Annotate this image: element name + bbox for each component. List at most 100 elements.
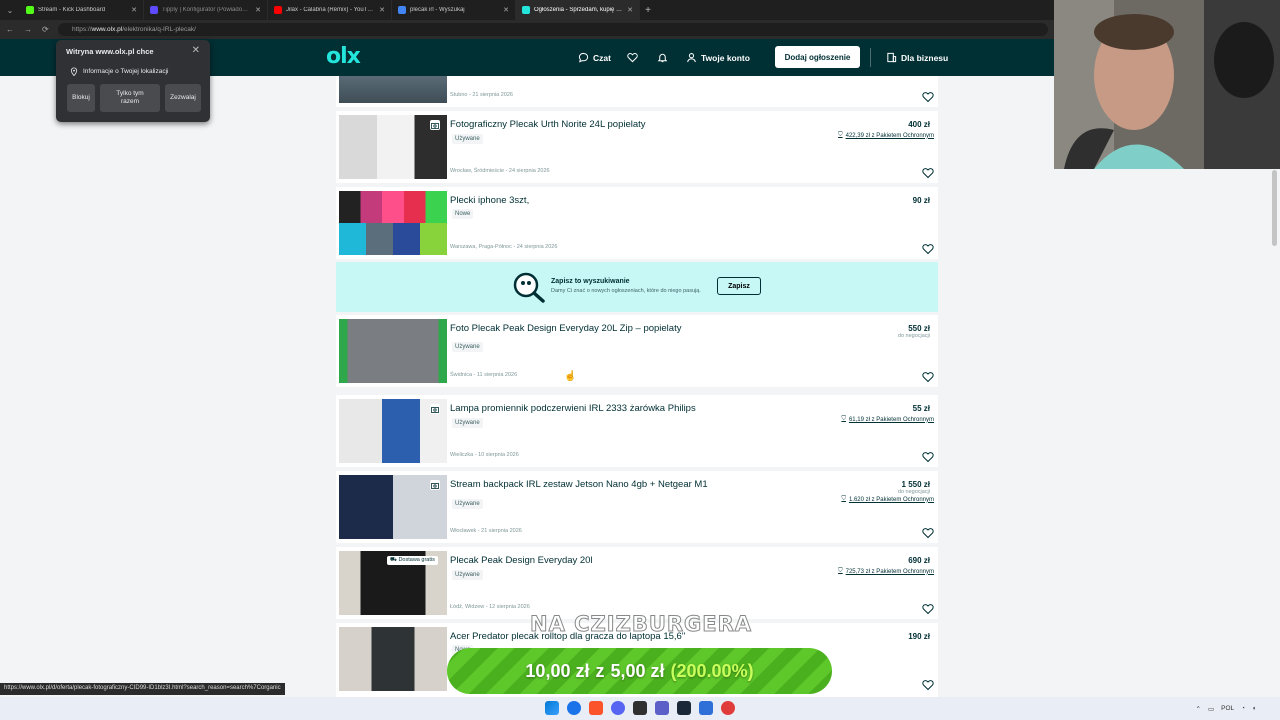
listing-card[interactable]: Stream backpack IRL zestaw Jetson Nano 4…: [336, 471, 938, 543]
browser-tab-search[interactable]: plecak irl - Wyszukaj ✕: [392, 0, 516, 20]
chat-label: Czat: [593, 52, 611, 63]
back-icon[interactable]: ←: [6, 25, 14, 34]
notifications-link[interactable]: [657, 39, 668, 76]
close-tab-icon[interactable]: ✕: [627, 6, 633, 14]
network-icon[interactable]: ▭: [1208, 705, 1214, 713]
listing-card[interactable]: Plecki iphone 3szt, Nowe Warszawa, Praga…: [336, 187, 938, 259]
close-tab-icon[interactable]: ✕: [255, 6, 261, 14]
save-search-title: Zapisz to wyszukiwanie: [551, 278, 630, 285]
listing-price: 55 zł: [912, 404, 930, 413]
protection-price-link[interactable]: ⛉ 61,19 zł z Pakietem Ochronnym: [841, 416, 934, 423]
protection-price-text: 61,19 zł z Pakietem Ochronnym: [848, 416, 934, 423]
listing-title[interactable]: Plecak Peak Design Everyday 20l: [450, 555, 593, 566]
listing-title[interactable]: Stream backpack IRL zestaw Jetson Nano 4…: [450, 479, 708, 490]
add-listing-button[interactable]: Dodaj ogłoszenie: [775, 46, 860, 68]
close-icon[interactable]: ✕: [192, 45, 200, 56]
camera-tag-icon: [430, 480, 440, 490]
discord-icon[interactable]: [611, 701, 625, 715]
business-link[interactable]: Dla biznesu: [886, 39, 948, 76]
listing-title[interactable]: Lampa promiennik podczerwieni IRL 2333 ż…: [450, 403, 696, 414]
listing-location-date: Świdnica - 11 sierpnia 2026: [450, 372, 518, 378]
webcam-overlay: [1054, 0, 1280, 169]
tray-language[interactable]: POL: [1221, 705, 1234, 712]
reload-icon[interactable]: ⟳: [42, 25, 49, 34]
tab-list-chevron-icon[interactable]: ⌄: [0, 6, 20, 15]
save-search-subtitle: Damy Ci znać o nowych ogłoszeniach, któr…: [551, 288, 701, 294]
favorite-heart-icon[interactable]: [922, 371, 934, 383]
brave-icon[interactable]: [589, 701, 603, 715]
wifi-icon[interactable]: ◔: [1241, 705, 1245, 712]
youtube-favicon-icon: [274, 6, 282, 14]
tray-chevron-icon[interactable]: ⌃: [1196, 705, 1201, 713]
windows-start-icon[interactable]: [545, 701, 559, 715]
page-scrollbar[interactable]: [1272, 170, 1277, 246]
forward-icon[interactable]: →: [24, 25, 32, 34]
listing-card[interactable]: Lampa promiennik podczerwieni IRL 2333 ż…: [336, 395, 938, 467]
favorite-heart-icon[interactable]: [922, 91, 934, 103]
account-link[interactable]: Twoje konto: [686, 39, 750, 76]
system-tray: ⌃ ▭ POL ◔ ◖: [1196, 697, 1257, 720]
teams-icon[interactable]: [655, 701, 669, 715]
protection-price-text: 725,73 zł z Pakietem Ochronnym: [845, 568, 934, 575]
listing-condition: Używane: [452, 418, 483, 428]
listing-location-date: Stubno - 21 sierpnia 2026: [450, 92, 513, 98]
listing-card[interactable]: ⛟ Dostawa gratis Plecak Peak Design Ever…: [336, 547, 938, 619]
listing-photo[interactable]: [339, 76, 447, 103]
tipply-favicon-icon: [150, 6, 158, 14]
shield-icon: ⛉: [838, 132, 843, 138]
magnifier-icon: [513, 272, 545, 303]
listing-title[interactable]: Plecki iphone 3szt,: [450, 195, 529, 206]
browser-tab-tipply[interactable]: Tipply | Konfigurator (Powiadomi... ✕: [144, 0, 268, 20]
listing-title[interactable]: Foto Plecak Peak Design Everyday 20L Zip…: [450, 323, 681, 334]
search-favicon-icon: [398, 6, 406, 14]
free-delivery-badge: ⛟ Dostawa gratis: [387, 556, 438, 565]
chat-link[interactable]: Czat: [578, 39, 611, 76]
favorite-heart-icon[interactable]: [922, 527, 934, 539]
listing-title[interactable]: Fotograficzny Plecak Urth Norite 24L pop…: [450, 119, 646, 130]
new-tab-icon[interactable]: +: [640, 5, 656, 16]
olx-logo[interactable]: olx: [326, 44, 361, 69]
listing-card[interactable]: Foto Plecak Peak Design Everyday 20L Zip…: [336, 315, 938, 387]
free-delivery-text: Dostawa gratis: [398, 557, 435, 563]
app-icon[interactable]: [699, 701, 713, 715]
favorites-link[interactable]: [627, 39, 638, 76]
browser-tab-olx[interactable]: Ogłoszenia - Sprzedam, kupię na ... ✕: [516, 0, 640, 20]
favorite-heart-icon[interactable]: [922, 243, 934, 255]
protection-price-link[interactable]: ⛉ 725,73 zł z Pakietem Ochronnym: [838, 568, 934, 575]
address-bar[interactable]: https://www.olx.pl/elektronika/q-IRL-ple…: [58, 23, 1048, 36]
favorite-heart-icon[interactable]: [922, 679, 934, 691]
volume-icon[interactable]: ◖: [1252, 705, 1256, 712]
allow-once-button[interactable]: Tylko tym razem: [100, 84, 160, 112]
close-tab-icon[interactable]: ✕: [503, 6, 509, 14]
listing-card[interactable]: Stubno - 21 sierpnia 2026: [336, 76, 938, 107]
protection-price-link[interactable]: ⛉ 1.620 zł z Pakietem Ochronnym: [841, 496, 934, 503]
delivery-icon: ⛟: [390, 557, 397, 563]
favorite-heart-icon[interactable]: [922, 167, 934, 179]
save-search-button[interactable]: Zapisz: [717, 277, 761, 295]
popup-title: Witryna www.olx.pl chce: [66, 47, 154, 56]
favorite-heart-icon[interactable]: [922, 451, 934, 463]
protection-price-link[interactable]: ⛉ 422,39 zł z Pakietem Ochronnym: [838, 132, 934, 139]
kick-favicon-icon: [26, 6, 34, 14]
listing-photo[interactable]: [339, 319, 447, 383]
close-tab-icon[interactable]: ✕: [379, 6, 385, 14]
listing-photo[interactable]: [339, 191, 447, 255]
favorite-heart-icon[interactable]: [922, 603, 934, 615]
chrome-icon[interactable]: [567, 701, 581, 715]
donation-goal-bar: 10,00 zł z 5,00 zł (200.00%): [447, 648, 832, 694]
recording-app-icon[interactable]: [721, 701, 735, 715]
listing-photo[interactable]: [339, 627, 447, 691]
browser-tab-kick[interactable]: Stream - Kick Dashboard ✕: [20, 0, 144, 20]
browser-tab-youtube[interactable]: Jilax - Calabria (Remix) - YouTube ✕: [268, 0, 392, 20]
listing-card[interactable]: Fotograficzny Plecak Urth Norite 24L pop…: [336, 111, 938, 183]
allow-button[interactable]: Zezwalaj: [165, 84, 201, 112]
close-tab-icon[interactable]: ✕: [131, 6, 137, 14]
steam-icon[interactable]: [677, 701, 691, 715]
listing-condition: Używane: [452, 570, 483, 580]
listing-price: 1 550 zł: [901, 480, 930, 489]
stream-overlay-caption: NA CZIZBURGERA: [529, 612, 753, 637]
block-button[interactable]: Blokuj: [67, 84, 95, 112]
obs-icon[interactable]: [633, 701, 647, 715]
account-label: Twoje konto: [701, 52, 750, 63]
user-icon: [687, 53, 696, 63]
